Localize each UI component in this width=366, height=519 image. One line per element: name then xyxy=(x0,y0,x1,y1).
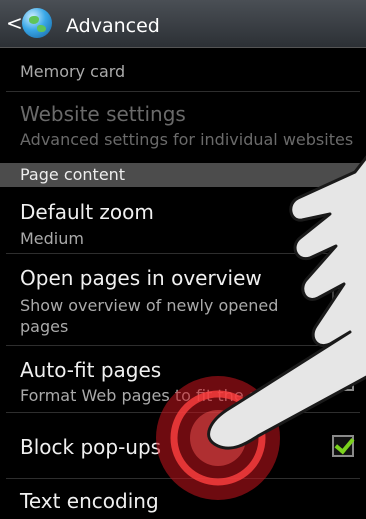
item-subtitle: Format Web pages to fit the screen xyxy=(20,386,302,405)
back-icon[interactable]: < xyxy=(6,11,23,35)
item-subtitle: Medium xyxy=(20,229,84,248)
item-title: Block pop-ups xyxy=(20,435,162,459)
section-title: Page content xyxy=(20,165,126,184)
item-subtitle-line2: pages xyxy=(20,317,69,336)
settings-item-website-settings[interactable]: Website settings Advanced settings for i… xyxy=(0,92,366,162)
section-header: Page content xyxy=(0,163,366,187)
settings-item-auto-fit[interactable]: Auto-fit pages Format Web pages to fit t… xyxy=(0,346,366,410)
item-title: Text encoding xyxy=(20,489,159,513)
settings-item-storage[interactable]: Memory card xyxy=(0,48,366,84)
page-title: Advanced xyxy=(66,15,160,37)
action-bar: < Advanced xyxy=(0,0,366,48)
settings-item-default-zoom[interactable]: Default zoom Medium xyxy=(0,188,366,252)
block-popups-checkbox[interactable] xyxy=(332,435,354,457)
auto-fit-checkbox[interactable] xyxy=(332,369,354,391)
item-subtitle: Memory card xyxy=(20,62,126,81)
settings-item-text-encoding[interactable]: Text encoding xyxy=(0,479,366,519)
overview-checkbox[interactable] xyxy=(332,287,354,309)
item-title: Open pages in overview xyxy=(20,266,262,290)
globe-icon[interactable] xyxy=(22,8,52,38)
settings-item-block-popups[interactable]: Block pop-ups xyxy=(0,413,366,477)
item-title: Auto-fit pages xyxy=(20,358,162,382)
settings-item-open-pages-overview[interactable]: Open pages in overview Show overview of … xyxy=(0,254,366,344)
item-title: Website settings xyxy=(20,102,186,126)
item-subtitle: Advanced settings for individual website… xyxy=(20,130,354,149)
item-title: Default zoom xyxy=(20,200,154,224)
item-subtitle: Show overview of newly opened xyxy=(20,296,279,315)
